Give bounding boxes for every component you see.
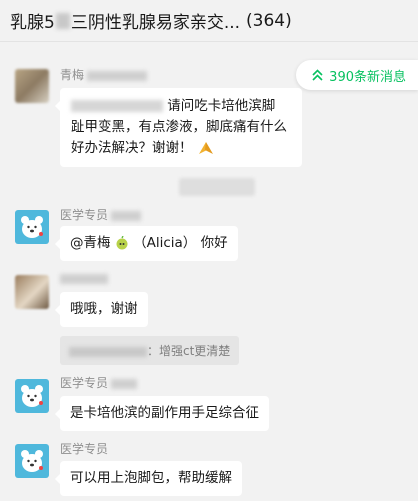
avatar[interactable] <box>15 444 49 478</box>
new-messages-label: 390条新消息 <box>329 69 406 85</box>
chat-title: 三阴性乳腺易家亲交... <box>70 13 241 33</box>
message-bubble[interactable]: 请问吃卡培他滨脚 趾甲变黑，有点渗液，脚底痛有什么 好办法解决？谢谢！ <box>55 88 302 167</box>
sender-name: 医学专员 <box>60 374 138 391</box>
sender-name: 青梅 <box>60 66 148 83</box>
message-bubble[interactable]: 可以用上泡脚包，帮助缓解 <box>55 461 242 496</box>
redacted-text <box>69 346 147 357</box>
sender-name: 医学专员 <box>60 442 109 456</box>
chat-title-bar: 乳腺5 三阴性乳腺易家亲交... (364) <box>0 0 418 42</box>
message-bubble[interactable]: 是卡培他滨的副作用手足综合征 <box>55 396 269 431</box>
sender-name: 医学专员 <box>60 206 142 223</box>
redacted-text <box>71 100 163 112</box>
bear-mascot-icon <box>21 385 43 407</box>
green-apple-emoji-icon <box>116 235 128 250</box>
pray-emoji-icon <box>198 142 213 154</box>
avatar[interactable] <box>15 275 49 309</box>
avatar[interactable] <box>15 379 49 413</box>
chat-title-prefix: 乳腺5 <box>10 13 55 33</box>
double-chevron-up-icon <box>312 69 323 81</box>
redacted-text <box>55 12 70 29</box>
member-count: (364) <box>246 10 292 31</box>
bear-mascot-icon <box>21 450 43 472</box>
quoted-message[interactable]: ：增强ct更清楚 <box>60 336 240 365</box>
message-bubble[interactable]: @青梅 （Alicia） 你好 <box>55 226 238 261</box>
avatar[interactable] <box>15 69 49 103</box>
avatar[interactable] <box>15 210 49 244</box>
new-messages-button[interactable]: 390条新消息 <box>296 60 418 90</box>
sender-name <box>60 271 108 285</box>
bear-mascot-icon <box>21 216 43 238</box>
timestamp-separator <box>179 178 255 196</box>
mention[interactable]: @青梅 <box>70 235 111 251</box>
message-bubble[interactable]: 哦哦，谢谢 <box>55 292 148 327</box>
